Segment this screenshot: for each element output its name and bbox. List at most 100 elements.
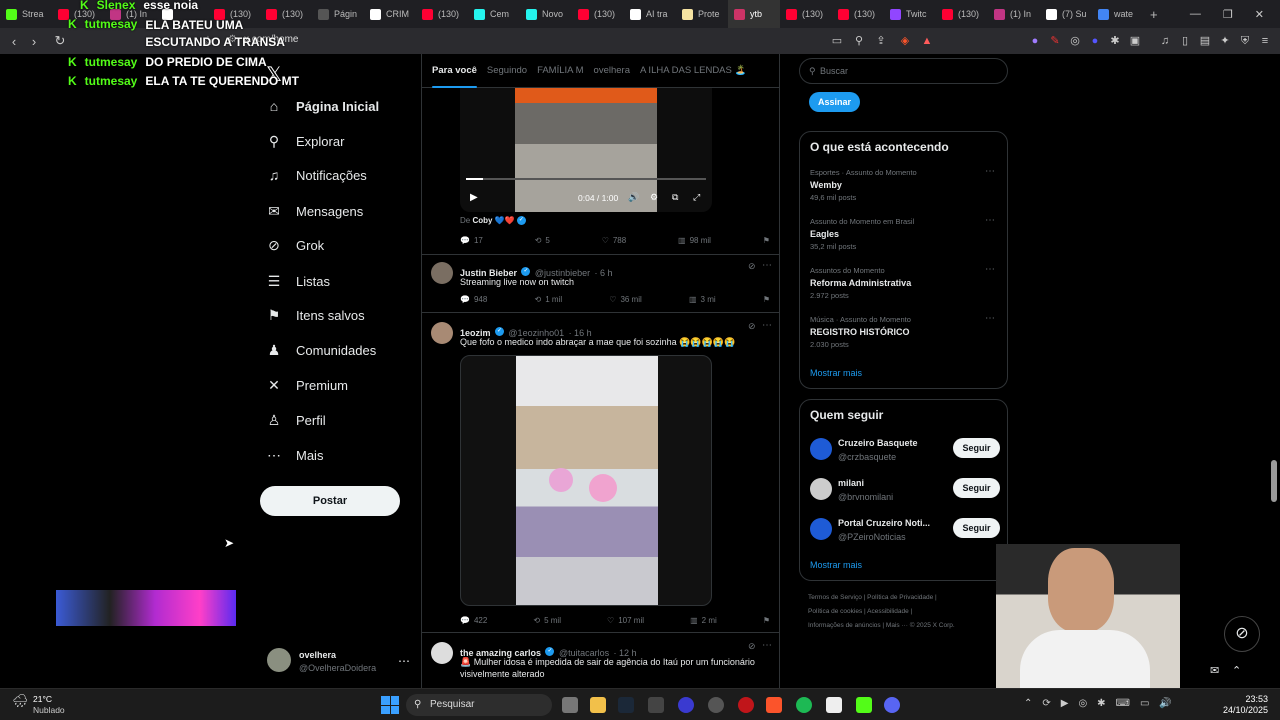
- weather-icon[interactable]: 🌧: [12, 693, 29, 709]
- avatar[interactable]: [431, 262, 453, 284]
- nav-item-search[interactable]: ⚲ Explorar: [266, 133, 345, 149]
- wallet-icon[interactable]: ▤: [1198, 34, 1212, 48]
- close-window-button[interactable]: ✕: [1255, 8, 1264, 21]
- steam-icon[interactable]: [618, 697, 634, 713]
- expand-icon[interactable]: ⌃: [1232, 664, 1241, 677]
- trend-more-icon[interactable]: ⋯: [985, 313, 995, 324]
- post-button[interactable]: Postar: [260, 486, 400, 516]
- menu-icon[interactable]: ≡: [1258, 34, 1272, 48]
- maximize-button[interactable]: ❐: [1223, 8, 1233, 21]
- browser-tab[interactable]: wate: [1092, 0, 1144, 28]
- browser-tab[interactable]: CRIM: [364, 0, 416, 28]
- follow-button[interactable]: Seguir: [953, 438, 1000, 458]
- trend-more-icon[interactable]: ⋯: [985, 166, 995, 177]
- nav-item-list[interactable]: ☰ Listas: [266, 273, 330, 289]
- follow-name[interactable]: Cruzeiro Basquete: [838, 438, 918, 448]
- bookmark-button[interactable]: ⚑: [763, 295, 770, 304]
- nav-item-bookmark[interactable]: ⚑ Itens salvos: [266, 307, 365, 323]
- browser-tab[interactable]: (130): [936, 0, 988, 28]
- reply-button[interactable]: 💬 948: [460, 295, 487, 304]
- spotify-icon[interactable]: [796, 697, 812, 713]
- feed-tab[interactable]: Seguindo: [487, 65, 527, 76]
- bookmark-button[interactable]: ⚑: [763, 616, 770, 625]
- search-input[interactable]: ⚲ Buscar: [799, 58, 1008, 84]
- trend-item[interactable]: Assuntos do Momento Reforma Administrativ…: [810, 266, 911, 300]
- reply-button[interactable]: 💬 17: [460, 236, 483, 245]
- repost-button[interactable]: ⟲ 5 mil: [533, 616, 561, 625]
- views-button[interactable]: ▥ 2 mi: [690, 616, 717, 625]
- file-icon[interactable]: [826, 697, 842, 713]
- reply-button[interactable]: 💬 422: [460, 616, 487, 625]
- file-explorer-icon[interactable]: [590, 697, 606, 713]
- avatar[interactable]: [810, 478, 832, 500]
- screenshot-icon[interactable]: ▣: [1128, 34, 1142, 48]
- nav-item-home[interactable]: ⌂ Página Inicial: [266, 98, 379, 114]
- messages-drawer-icon[interactable]: ✉: [1210, 664, 1219, 677]
- pip-icon[interactable]: ⧉: [672, 192, 678, 203]
- avatar[interactable]: [431, 642, 453, 664]
- browser-tab[interactable]: Prote: [676, 0, 728, 28]
- browser-tab[interactable]: Novo: [520, 0, 572, 28]
- feed-tab[interactable]: FAMÍLIA M: [537, 65, 583, 76]
- windows-start-icon[interactable]: [381, 696, 399, 714]
- cast-icon[interactable]: ▭: [830, 34, 844, 48]
- like-button[interactable]: ♡ 788: [602, 236, 627, 245]
- feed-tab[interactable]: A ILHA DAS LENDAS 🏝️: [640, 65, 746, 76]
- share-icon[interactable]: ⇪: [874, 34, 888, 48]
- minimize-button[interactable]: —: [1190, 8, 1201, 20]
- browser-tab[interactable]: Págin: [312, 0, 364, 28]
- volume-icon[interactable]: 🔊: [628, 192, 639, 203]
- like-button[interactable]: ♡ 107 mil: [607, 616, 644, 625]
- browser-tab[interactable]: (130): [572, 0, 624, 28]
- views-button[interactable]: ▥ 98 mil: [678, 236, 711, 245]
- footer-links[interactable]: Política de cookies | Acessibilidade |: [808, 608, 912, 615]
- views-button[interactable]: ▥ 3 mi: [689, 295, 716, 304]
- nav-item-more[interactable]: ⋯ Mais: [266, 447, 323, 463]
- trend-item[interactable]: Música · Assunto do Momento REGISTRO HIST…: [810, 315, 911, 349]
- follow-name[interactable]: milani: [838, 478, 864, 488]
- browser-tab[interactable]: (130): [832, 0, 884, 28]
- tweet-more-icon[interactable]: ⋯: [762, 640, 772, 651]
- account-name[interactable]: ovelhera: [299, 650, 336, 660]
- play-icon[interactable]: ▶: [470, 192, 478, 203]
- app-icon[interactable]: [678, 697, 694, 713]
- nav-item-bell[interactable]: ♫ Notificações: [266, 167, 367, 183]
- extension-icon[interactable]: ✎: [1048, 34, 1062, 48]
- task-view-icon[interactable]: [562, 697, 578, 713]
- show-more-trends-link[interactable]: Mostrar mais: [810, 368, 862, 378]
- reload-icon[interactable]: ↻: [50, 33, 70, 49]
- trend-item[interactable]: Assunto do Momento em Brasil Eagles 35,2 m…: [810, 217, 914, 251]
- feed-tab[interactable]: ovelhera: [594, 65, 630, 76]
- tweet-more-icon[interactable]: ⋯: [762, 320, 772, 331]
- browser-tab[interactable]: ytb: [728, 0, 780, 28]
- avatar[interactable]: [810, 438, 832, 460]
- bookmark-button[interactable]: ⚑: [763, 236, 770, 245]
- grok-icon[interactable]: ⊘: [748, 641, 756, 652]
- browser-tab[interactable]: (1) In: [988, 0, 1040, 28]
- follow-button[interactable]: Seguir: [953, 518, 1000, 538]
- system-tray-icons[interactable]: ⌃⟳▶◎✱⌨▭🔊: [1024, 698, 1182, 709]
- forward-icon[interactable]: ›: [24, 34, 44, 49]
- extension-icon[interactable]: ●: [1088, 34, 1102, 48]
- tweet-time[interactable]: · 6 h: [595, 268, 613, 278]
- opera-icon[interactable]: [738, 697, 754, 713]
- repost-button[interactable]: ⟲ 1 mil: [535, 295, 563, 304]
- footer-links[interactable]: Termos de Serviço | Política de Privacid…: [808, 594, 937, 601]
- trend-more-icon[interactable]: ⋯: [985, 264, 995, 275]
- grok-icon[interactable]: ⊘: [748, 261, 756, 272]
- avatar[interactable]: [810, 518, 832, 540]
- nav-item-grok[interactable]: ⊘ Grok: [266, 237, 324, 253]
- settings-icon[interactable]: ⚙: [650, 192, 658, 203]
- rewards-icon[interactable]: ▲: [920, 34, 934, 48]
- show-more-follows-link[interactable]: Mostrar mais: [810, 560, 862, 570]
- scrollbar[interactable]: [1271, 460, 1277, 502]
- video-progress-track[interactable]: [466, 178, 706, 180]
- extension-icon[interactable]: ◎: [1068, 34, 1082, 48]
- grok-icon[interactable]: ⊘: [748, 321, 756, 332]
- taskbar-search[interactable]: ⚲ Pesquisar: [406, 694, 552, 716]
- repost-button[interactable]: ⟲ 5: [535, 236, 550, 245]
- clock[interactable]: 23:53 24/10/2025: [1223, 694, 1268, 716]
- subscribe-button[interactable]: Assinar: [809, 92, 860, 112]
- nav-item-mail[interactable]: ✉ Mensagens: [266, 203, 363, 219]
- fullscreen-icon[interactable]: ⤢: [693, 192, 700, 203]
